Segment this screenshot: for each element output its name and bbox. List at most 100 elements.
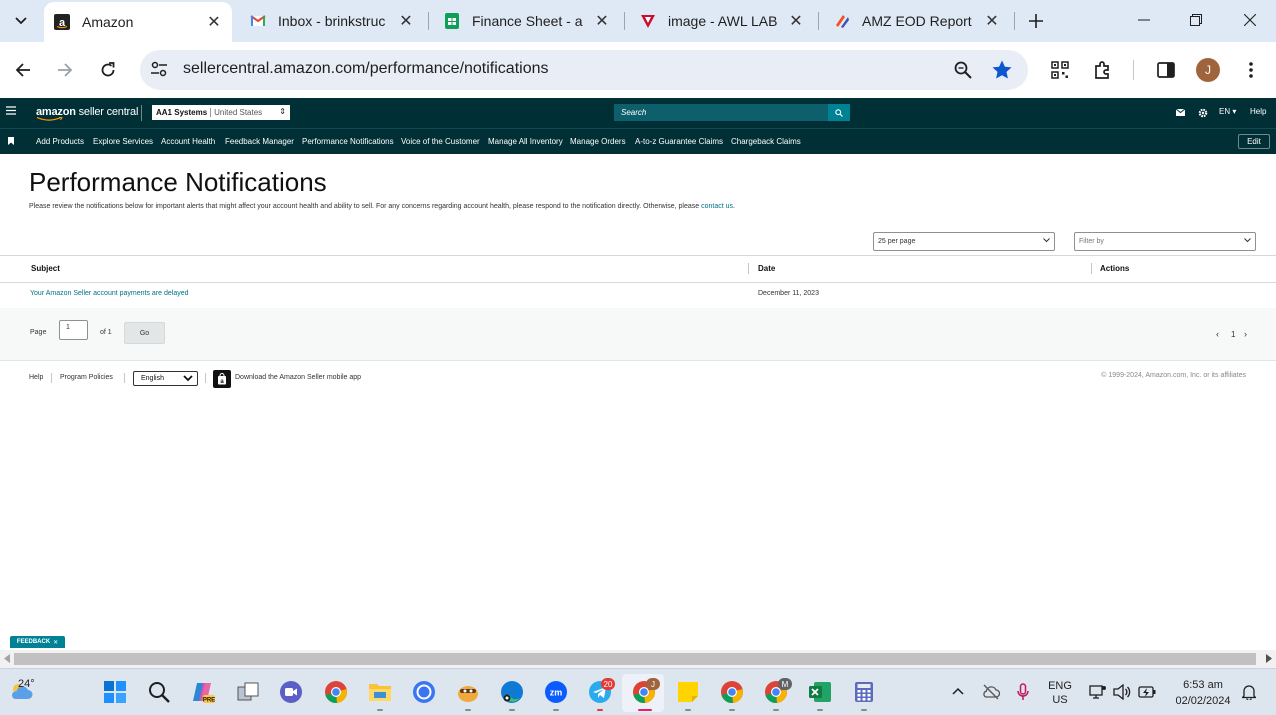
side-panel-button[interactable] — [1152, 56, 1180, 84]
close-icon[interactable]: ✕ — [53, 639, 58, 646]
footer-program-policies-link[interactable]: Program Policies — [60, 374, 113, 381]
bookmark-star-icon[interactable] — [991, 59, 1013, 81]
tab-gmail[interactable]: Inbox - brinkstruc ✕ — [240, 4, 424, 38]
reload-button[interactable] — [94, 56, 122, 84]
column-header-date[interactable]: Date — [758, 264, 775, 273]
restore-icon — [1190, 14, 1202, 26]
notification-subject-link[interactable]: Your Amazon Seller account payments are … — [30, 290, 189, 297]
site-info-icon[interactable] — [150, 60, 168, 78]
tab-strip: a Amazon ✕ Inbox - brinkstruc ✕ Finance … — [0, 0, 1276, 42]
restore-button[interactable] — [1170, 0, 1222, 40]
task-view-icon — [237, 682, 259, 701]
tab-amazon[interactable]: a Amazon ✕ — [44, 2, 232, 42]
nav-add-products[interactable]: Add Products — [36, 137, 84, 146]
chrome-taskbar-button[interactable] — [324, 680, 348, 704]
footer-language-select[interactable]: English — [133, 371, 198, 386]
close-tab-icon[interactable]: ✕ — [982, 11, 1002, 31]
go-button[interactable]: Go — [124, 322, 165, 344]
language-selector[interactable]: EN ▾ — [1219, 107, 1236, 116]
zoom-app-button[interactable]: zm — [544, 680, 568, 704]
close-tab-icon[interactable]: ✕ — [204, 12, 224, 32]
bookmark-icon[interactable] — [8, 137, 14, 145]
nav-feedback-manager[interactable]: Feedback Manager — [225, 137, 294, 146]
close-tab-icon[interactable]: ✕ — [396, 11, 416, 31]
teams-button[interactable] — [279, 680, 303, 704]
close-tab-icon[interactable]: ✕ — [786, 11, 806, 31]
tab-finance-sheet[interactable]: Finance Sheet - a ✕ — [434, 4, 620, 38]
tab-amz-eod-report[interactable]: AMZ EOD Report ✕ — [824, 4, 1010, 38]
signal-button[interactable] — [412, 680, 436, 704]
qr-code-button[interactable] — [1046, 56, 1074, 84]
edge-button[interactable] — [500, 680, 524, 704]
column-header-subject[interactable]: Subject — [31, 264, 60, 273]
running-indicator — [465, 709, 471, 711]
nav-voice-of-customer[interactable]: Voice of the Customer — [401, 137, 480, 146]
nav-chargeback-claims[interactable]: Chargeback Claims — [731, 137, 801, 146]
filter-select[interactable]: Filter by — [1074, 232, 1256, 251]
volume-icon[interactable] — [1113, 684, 1131, 700]
minimize-button[interactable] — [1118, 0, 1170, 40]
zoom-icon[interactable] — [954, 61, 972, 79]
chrome-profile-tools-button[interactable] — [720, 680, 744, 704]
address-bar[interactable]: sellercentral.amazon.com/performance/not… — [140, 50, 1028, 90]
scroll-right-icon[interactable] — [1266, 654, 1272, 663]
taskbar-search-button[interactable] — [147, 680, 171, 704]
prev-page-icon[interactable]: ‹ — [1216, 329, 1219, 339]
tab-search-button[interactable] — [8, 8, 34, 34]
account-switcher[interactable]: AA1 Systems United States ⇕ — [152, 105, 290, 120]
copilot-button[interactable]: PRE — [191, 680, 215, 704]
cloud-offline-icon[interactable] — [982, 684, 1000, 700]
close-window-button[interactable] — [1224, 0, 1276, 40]
horizontal-scrollbar[interactable] — [0, 650, 1276, 668]
close-tab-icon[interactable]: ✕ — [592, 11, 612, 31]
seller-search-input[interactable]: Search — [614, 104, 828, 121]
nav-manage-all-inventory[interactable]: Manage All Inventory — [488, 137, 563, 146]
mail-icon[interactable] — [1176, 109, 1185, 116]
profile-avatar[interactable]: J — [1196, 58, 1220, 82]
back-button[interactable] — [9, 56, 37, 84]
battery-charging-icon[interactable] — [1138, 685, 1156, 699]
start-button[interactable] — [103, 680, 127, 704]
tab-awl-image[interactable]: image - AWL LAB ✕ — [630, 4, 814, 38]
page-of-label: of 1 — [100, 329, 112, 336]
sticky-notes-button[interactable] — [676, 680, 700, 704]
tab-title: AMZ EOD Report — [862, 13, 972, 29]
nav-a-to-z-claims[interactable]: A-to-z Guarantee Claims — [635, 137, 723, 146]
calculator-button[interactable] — [852, 680, 876, 704]
header-help-link[interactable]: Help — [1250, 107, 1266, 116]
contact-us-link[interactable]: contact us — [701, 203, 733, 210]
per-page-select[interactable]: 25 per page — [873, 232, 1055, 251]
new-tab-button[interactable] — [1024, 9, 1048, 33]
hamburger-menu-button[interactable] — [6, 106, 16, 115]
footer-help-link[interactable]: Help — [29, 374, 43, 381]
feedback-tab[interactable]: FEEDBACK ✕ — [10, 636, 65, 648]
input-language-indicator[interactable]: ENG US — [1042, 679, 1078, 707]
next-page-icon[interactable]: › — [1244, 329, 1247, 339]
current-page-number[interactable]: 1 — [1231, 330, 1235, 339]
nav-account-health[interactable]: Account Health — [161, 137, 215, 146]
forward-button[interactable] — [51, 56, 79, 84]
nav-performance-notifications[interactable]: Performance Notifications — [302, 137, 394, 146]
scroll-left-icon[interactable] — [4, 654, 10, 663]
app-mascot-button[interactable] — [456, 680, 480, 704]
seller-search-button[interactable] — [828, 104, 850, 121]
edit-nav-button[interactable]: Edit — [1238, 134, 1270, 149]
seller-app-icon[interactable]: a — [213, 370, 231, 388]
seller-central-logo[interactable]: amazon seller central — [36, 106, 138, 121]
nav-explore-services[interactable]: Explore Services — [93, 137, 153, 146]
page-number-input[interactable]: 1 — [59, 320, 88, 340]
notification-bell-icon[interactable] — [1242, 684, 1256, 700]
chrome-menu-button[interactable] — [1237, 56, 1265, 84]
chevron-up-icon[interactable] — [952, 687, 964, 695]
excel-button[interactable] — [808, 680, 832, 704]
task-view-button[interactable] — [236, 680, 260, 704]
extensions-button[interactable] — [1089, 56, 1117, 84]
network-icon[interactable] — [1089, 684, 1107, 700]
gear-icon[interactable] — [1198, 108, 1208, 118]
nav-manage-orders[interactable]: Manage Orders — [570, 137, 626, 146]
clock[interactable]: 6:53 am 02/02/2024 — [1166, 677, 1240, 709]
download-app-link[interactable]: Download the Amazon Seller mobile app — [235, 374, 361, 381]
scrollbar-thumb[interactable] — [14, 653, 1256, 665]
microphone-icon[interactable] — [1017, 683, 1029, 701]
file-explorer-button[interactable] — [368, 680, 392, 704]
